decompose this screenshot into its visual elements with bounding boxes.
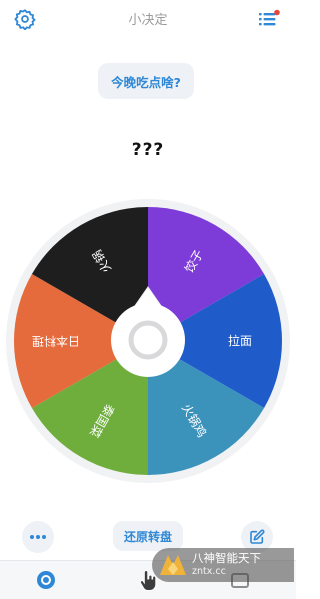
watermark-line2: zntx.cc <box>192 566 226 577</box>
wheel-segment-label: 日本料理 <box>32 334 80 348</box>
wheel-segment-label: 拉面 <box>228 333 252 348</box>
app-title: 小决定 <box>128 13 168 28</box>
tab-wheel[interactable] <box>34 568 58 592</box>
result-text: ??? <box>131 140 165 160</box>
question-button[interactable]: 今晚吃点啥? <box>98 63 194 99</box>
decision-wheel[interactable]: 饺子 拉面 火锅鸡 泰国菜 日本料理 火锅 <box>6 199 290 483</box>
edit-icon <box>250 529 265 544</box>
watermark: 八神智能天下 zntx.cc <box>152 548 294 582</box>
wheel-tab-icon <box>37 571 55 589</box>
question-label: 今晚吃点啥? <box>111 74 181 90</box>
notification-dot <box>274 9 280 16</box>
reset-wheel-button[interactable]: 还原转盘 <box>113 521 183 551</box>
more-dots-icon <box>30 535 46 539</box>
more-button[interactable] <box>22 521 54 553</box>
list-icon[interactable] <box>256 8 282 30</box>
watermark-line1: 八神智能天下 <box>192 551 261 565</box>
reset-wheel-label: 还原转盘 <box>123 529 172 544</box>
watermark-logo <box>160 555 186 575</box>
